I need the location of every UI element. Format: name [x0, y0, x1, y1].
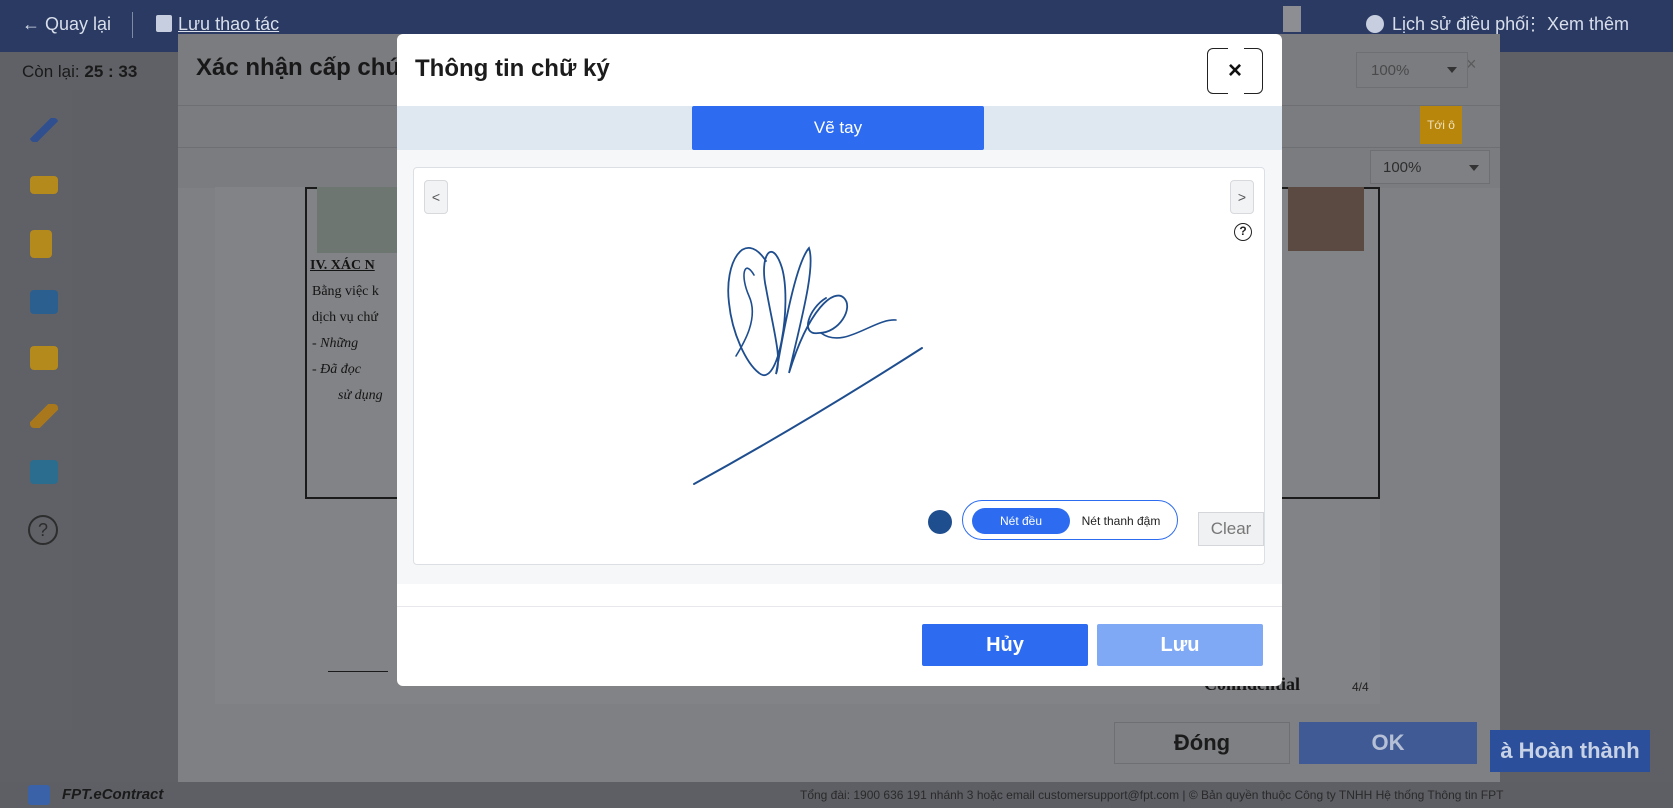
tool-rail: ? [0, 90, 72, 730]
zoom-select-top[interactable]: 100% [1356, 52, 1468, 88]
more-button[interactable]: ⋮ Xem thêm [1524, 14, 1629, 35]
stroke-variable-option[interactable]: Nét thanh đậm [1072, 508, 1170, 534]
document-line: sử dụng [338, 388, 383, 403]
footer: FPT.eContract Tổng đài: 1900 636 191 nhá… [0, 782, 1673, 808]
document-line: - Những [312, 336, 359, 351]
page-number: 4/4 [1352, 680, 1369, 694]
stroke-uniform-option[interactable]: Nét đều [972, 508, 1070, 534]
ink-color-swatch[interactable] [928, 510, 952, 534]
fpt-logo-icon [28, 785, 50, 805]
chevron-down-icon [1469, 165, 1479, 171]
modal-close-button[interactable]: × [1207, 47, 1263, 95]
close-icon: × [1227, 57, 1242, 84]
save-button[interactable]: Lưu [1097, 624, 1263, 666]
document-rule [328, 671, 388, 672]
help-icon[interactable]: ? [1234, 223, 1252, 241]
document-line: - Đã đọc [312, 362, 361, 377]
document-line: Bằng việc k [312, 284, 379, 299]
complete-button[interactable]: à Hoàn thành [1490, 730, 1650, 772]
tab-draw[interactable]: Vẽ tay [692, 106, 984, 150]
document-section-title: IV. XÁC N [310, 258, 375, 273]
timer-value: 25 : 33 [84, 62, 138, 81]
next-page-button[interactable]: > [1230, 180, 1254, 214]
pencil-icon[interactable] [30, 404, 58, 428]
chevron-down-icon [1447, 67, 1457, 73]
footer-info: Tổng đài: 1900 636 191 nhánh 3 hoặc emai… [800, 788, 1504, 802]
close-button[interactable]: Đóng [1114, 722, 1290, 764]
note-icon[interactable] [30, 176, 58, 194]
save-actions-label: Lưu thao tác [178, 14, 280, 34]
document-icon[interactable] [30, 230, 52, 258]
prev-page-button[interactable]: < [424, 180, 448, 214]
history-icon [1366, 15, 1384, 33]
timer-prefix: Còn lại: [22, 62, 80, 81]
cancel-button[interactable]: Hủy [922, 624, 1088, 666]
brand-name: FPT.eContract [62, 786, 164, 803]
document-photo [317, 187, 397, 253]
save-actions-button[interactable]: Lưu thao tác [156, 14, 279, 35]
help-icon[interactable]: ? [28, 515, 58, 545]
comment-icon[interactable] [30, 346, 58, 370]
document-photo-2 [1288, 187, 1364, 251]
go-to-sign-button[interactable]: Tới ô ký [1420, 106, 1462, 170]
stamp-icon[interactable] [30, 290, 58, 314]
history-label: Lịch sử điều phối [1392, 14, 1530, 34]
clear-button[interactable]: Clear [1198, 512, 1264, 546]
close-icon-notch [1228, 91, 1244, 95]
zoom-select-doc[interactable]: 100% [1370, 150, 1490, 184]
close-icon-notch [1228, 47, 1244, 51]
timer: Còn lại: 25 : 33 [0, 52, 178, 90]
history-button[interactable]: Lịch sử điều phối [1366, 14, 1529, 35]
save-icon [156, 15, 172, 32]
zoom-value-doc: 100% [1383, 159, 1422, 176]
divider [132, 12, 133, 38]
background-dialog-title: Xác nhận cấp chứ [196, 54, 403, 81]
info-icon[interactable] [30, 460, 58, 484]
back-button[interactable]: ← Quay lại [22, 14, 111, 35]
document-line: dịch vụ chứ [312, 310, 378, 325]
bookmark-icon [1283, 6, 1301, 32]
modal-divider [397, 606, 1282, 607]
zoom-value-top: 100% [1371, 62, 1410, 79]
modal-title: Thông tin chữ ký [415, 55, 610, 82]
ok-button[interactable]: OK [1299, 722, 1477, 764]
pen-icon[interactable] [30, 118, 58, 142]
